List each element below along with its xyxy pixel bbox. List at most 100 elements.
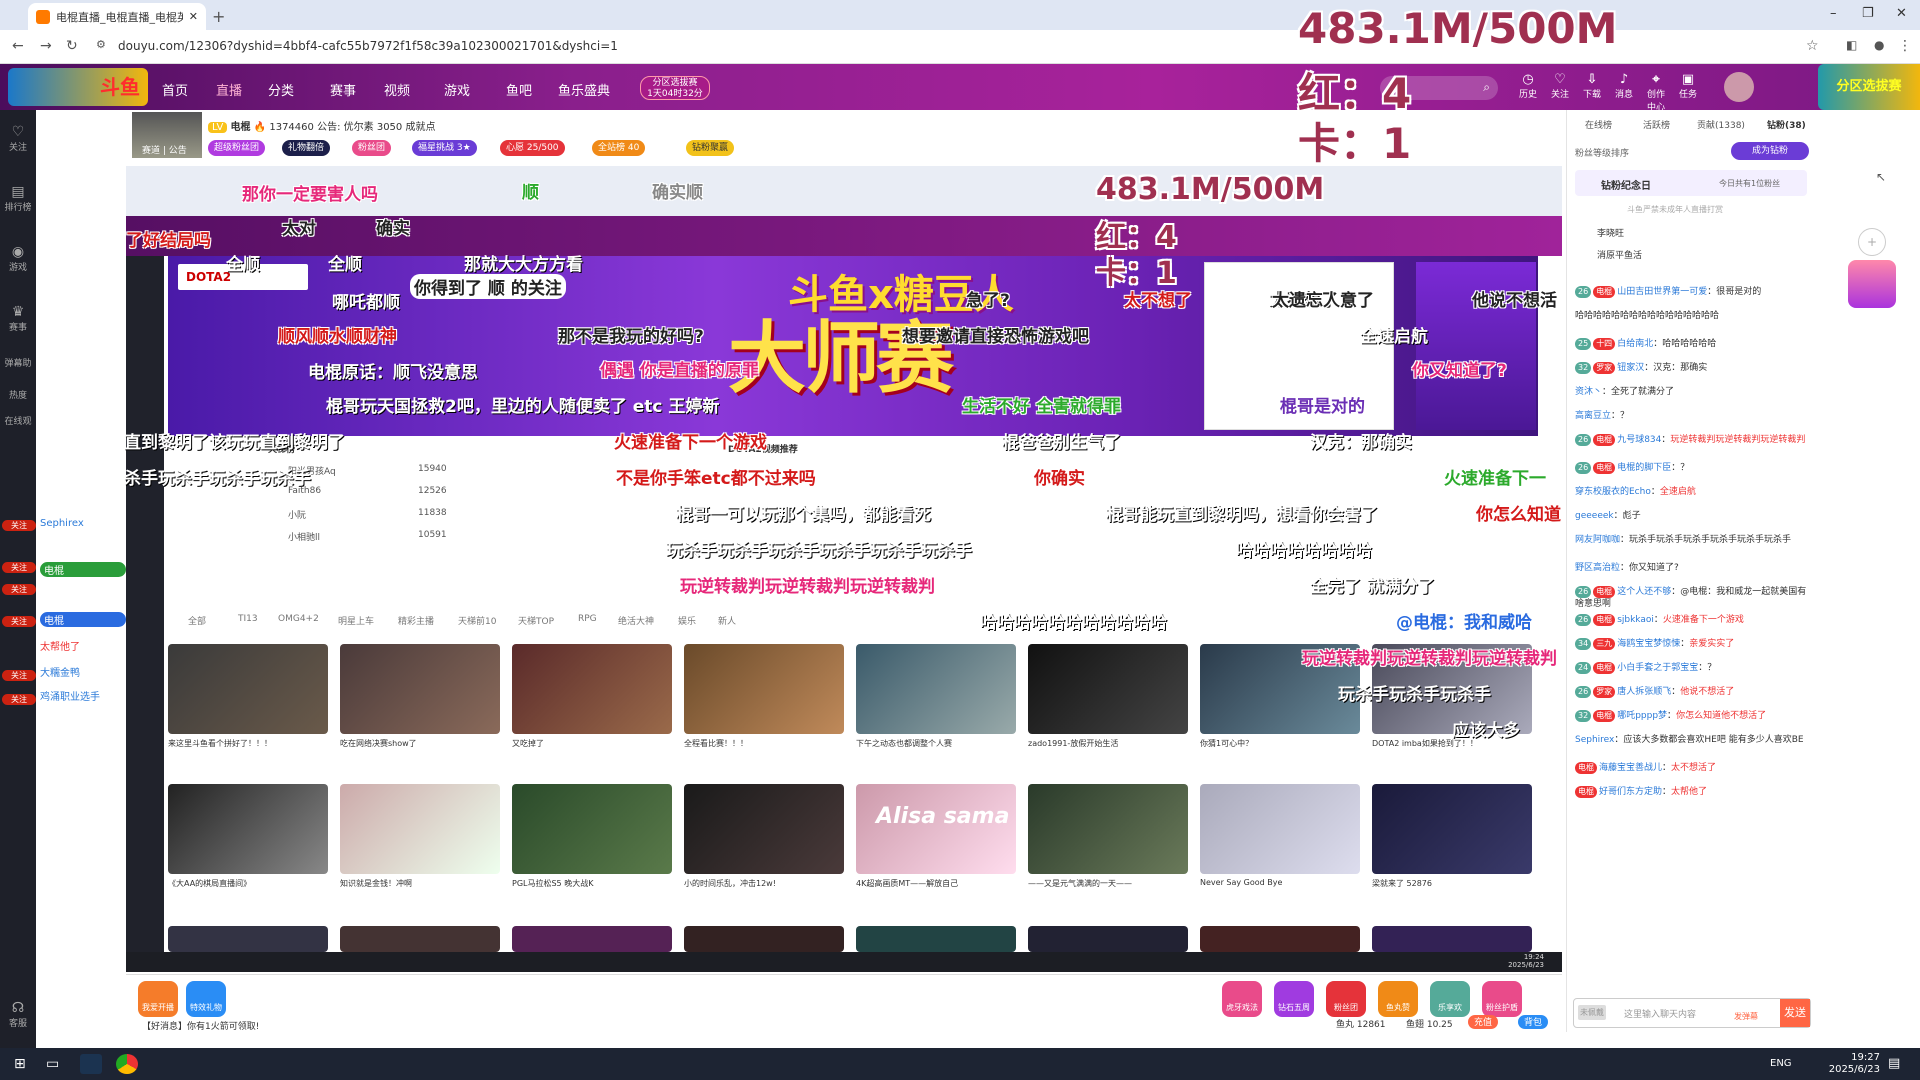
video-thumb[interactable] [856, 926, 1016, 952]
user-avatar[interactable] [1724, 72, 1754, 102]
task-view-icon[interactable]: ▭ [46, 1056, 59, 1072]
chat-username[interactable]: 电棍的脚下臣 [1617, 463, 1671, 473]
menu-dots-icon[interactable]: ⋮ [1898, 38, 1912, 54]
profile-icon[interactable]: ● [1874, 38, 1884, 52]
forward-icon[interactable]: → [40, 38, 52, 54]
gift-item[interactable]: 我爱开播 [138, 981, 178, 1017]
promo-widget[interactable] [1848, 260, 1896, 308]
video-thumb[interactable] [684, 784, 844, 874]
gift-item[interactable]: 乐享欢 [1430, 981, 1470, 1017]
video-thumb[interactable] [684, 926, 844, 952]
recharge-button[interactable]: 充值 [1468, 1015, 1498, 1029]
gift-item[interactable]: 虎牙戏法 [1222, 981, 1262, 1017]
chat-username[interactable]: Sephirex [1575, 735, 1614, 745]
chat-username[interactable]: 山田吉田世界第一可爱 [1617, 287, 1707, 297]
tab-active-rank[interactable]: 活跃榜 [1643, 118, 1670, 131]
video-thumb[interactable] [512, 784, 672, 874]
chat-username[interactable]: 海藤宝宝善战儿 [1599, 763, 1662, 773]
gift-item[interactable]: 粉丝护盾 [1482, 981, 1522, 1017]
room-tag[interactable]: 礼物翻倍 [282, 140, 331, 156]
nav-games[interactable]: 游戏 [444, 80, 470, 99]
nav-fishbar[interactable]: 鱼吧 [506, 80, 532, 99]
douyu-logo[interactable]: 斗鱼 [8, 68, 148, 106]
add-icon[interactable]: + [1858, 228, 1886, 256]
room-tag[interactable]: 超级粉丝团 [208, 140, 266, 156]
new-tab-button[interactable]: + [212, 7, 225, 26]
tab-diamond[interactable]: 钻粉(38) [1767, 118, 1806, 131]
promo-banner[interactable]: 分区选拔赛 [1818, 64, 1920, 110]
video-thumb[interactable] [168, 784, 328, 874]
chat-username[interactable]: 资沐丶 [1575, 387, 1602, 397]
chrome-icon[interactable] [116, 1054, 138, 1074]
tab-online-rank[interactable]: 在线榜 [1585, 118, 1612, 131]
chat-username[interactable]: 唐人拆张顺飞 [1617, 687, 1671, 697]
minimize-button[interactable]: – [1830, 6, 1837, 21]
nav-video[interactable]: 视频 [384, 80, 410, 99]
site-info-icon[interactable]: ⚙ [96, 38, 106, 51]
chat-username[interactable]: 哪吒pppp梦 [1617, 711, 1667, 721]
url-input[interactable]: douyu.com/12306?dyshid=4bbf4-cafc55b7972… [118, 39, 618, 53]
video-thumb[interactable] [684, 644, 844, 734]
room-tag[interactable]: 全站榜 40 [592, 140, 646, 156]
video-thumb[interactable] [856, 644, 1016, 734]
nav-live[interactable]: 直播 [216, 80, 242, 99]
windows-start-icon[interactable]: ⊞ [14, 1056, 26, 1072]
room-tag[interactable]: 钻粉聚赢 [686, 140, 735, 156]
video-thumb[interactable] [1200, 784, 1360, 874]
taskbar-clock[interactable]: 19:27 2025/6/23 [1829, 1052, 1880, 1076]
download-button[interactable]: ⇩ 下载 [1579, 72, 1605, 100]
chat-username[interactable]: 海鸥宝宝梦惊悚 [1617, 639, 1680, 649]
creator-button[interactable]: ⌖ 创作中心 [1643, 72, 1669, 113]
messages-button[interactable]: ♪ 消息 [1611, 72, 1637, 100]
bag-button[interactable]: 背包 [1518, 1015, 1548, 1029]
gift-item[interactable]: 粉丝团 [1326, 981, 1366, 1017]
barrage-button[interactable]: 发弹幕 [1734, 1011, 1758, 1022]
chat-username[interactable]: 穿东校服衣的Echo [1575, 487, 1651, 497]
bookmark-star-icon[interactable]: ☆ [1806, 38, 1819, 54]
sidebar-item-rank[interactable]: ▤ 排行榜 [0, 184, 36, 213]
steam-icon[interactable] [80, 1054, 102, 1074]
reload-icon[interactable]: ↻ [66, 38, 78, 54]
video-thumb[interactable] [1028, 644, 1188, 734]
video-thumb[interactable] [168, 644, 328, 734]
video-thumb[interactable] [1028, 784, 1188, 874]
chat-username[interactable]: geeeeek [1575, 511, 1614, 521]
video-thumb[interactable] [1200, 926, 1360, 952]
video-thumb[interactable] [1372, 926, 1532, 952]
chat-username[interactable]: 九号球834 [1617, 435, 1661, 445]
chat-username[interactable]: 这个人还不够 [1617, 587, 1671, 597]
gift-item[interactable]: 鱼丸赞 [1378, 981, 1418, 1017]
gift-item[interactable]: 特效礼物 [186, 981, 226, 1017]
room-tag[interactable]: 福星挑战 3★ [412, 140, 477, 156]
video-thumb[interactable] [1372, 784, 1532, 874]
qualifier-badge[interactable]: 分区选拔赛 1天04时32分 [640, 76, 710, 100]
sidebar-item-follow[interactable]: ♡ 关注 [0, 124, 36, 153]
video-thumb[interactable] [512, 644, 672, 734]
maximize-button[interactable]: ❐ [1862, 6, 1874, 21]
nav-home[interactable]: 首页 [162, 80, 188, 99]
chat-username[interactable]: 高离豆立 [1575, 411, 1611, 421]
chat-username[interactable]: 野区高治粒 [1575, 563, 1620, 573]
video-thumb[interactable] [168, 926, 328, 952]
notification-icon[interactable]: ▤ [1888, 1056, 1900, 1071]
input-language[interactable]: ENG [1770, 1058, 1792, 1069]
sidebar-item-assist[interactable]: 弹幕助 [0, 356, 36, 369]
chat-input[interactable]: 这里输入聊天内容 未佩戴 发弹幕 发送 [1573, 998, 1811, 1028]
video-thumb[interactable] [340, 926, 500, 952]
chat-username[interactable]: 网友阿咖咖 [1575, 535, 1620, 545]
room-tag[interactable]: 心愿 25/500 [500, 140, 565, 156]
nav-category[interactable]: 分类 [268, 80, 294, 99]
chat-username[interactable]: sjbkkaoi [1617, 615, 1654, 625]
sidebar-item-events[interactable]: ♛ 赛事 [0, 304, 36, 333]
back-icon[interactable]: ← [12, 38, 24, 54]
video-thumb[interactable] [512, 926, 672, 952]
video-thumb[interactable] [1028, 926, 1188, 952]
tab-close-icon[interactable]: ✕ [189, 10, 198, 23]
sidebar-item-game[interactable]: ◉ 游戏 [0, 244, 36, 273]
sidebar-item-service[interactable]: ☊ 客服 [0, 1000, 36, 1029]
chat-username[interactable]: 白给南北 [1617, 339, 1653, 349]
close-window-button[interactable]: ✕ [1896, 6, 1907, 21]
nav-festival[interactable]: 鱼乐盛典 [558, 80, 610, 99]
become-diamond-button[interactable]: 成为钻粉 [1731, 142, 1809, 160]
follow-button[interactable]: ♡ 关注 [1547, 72, 1573, 100]
